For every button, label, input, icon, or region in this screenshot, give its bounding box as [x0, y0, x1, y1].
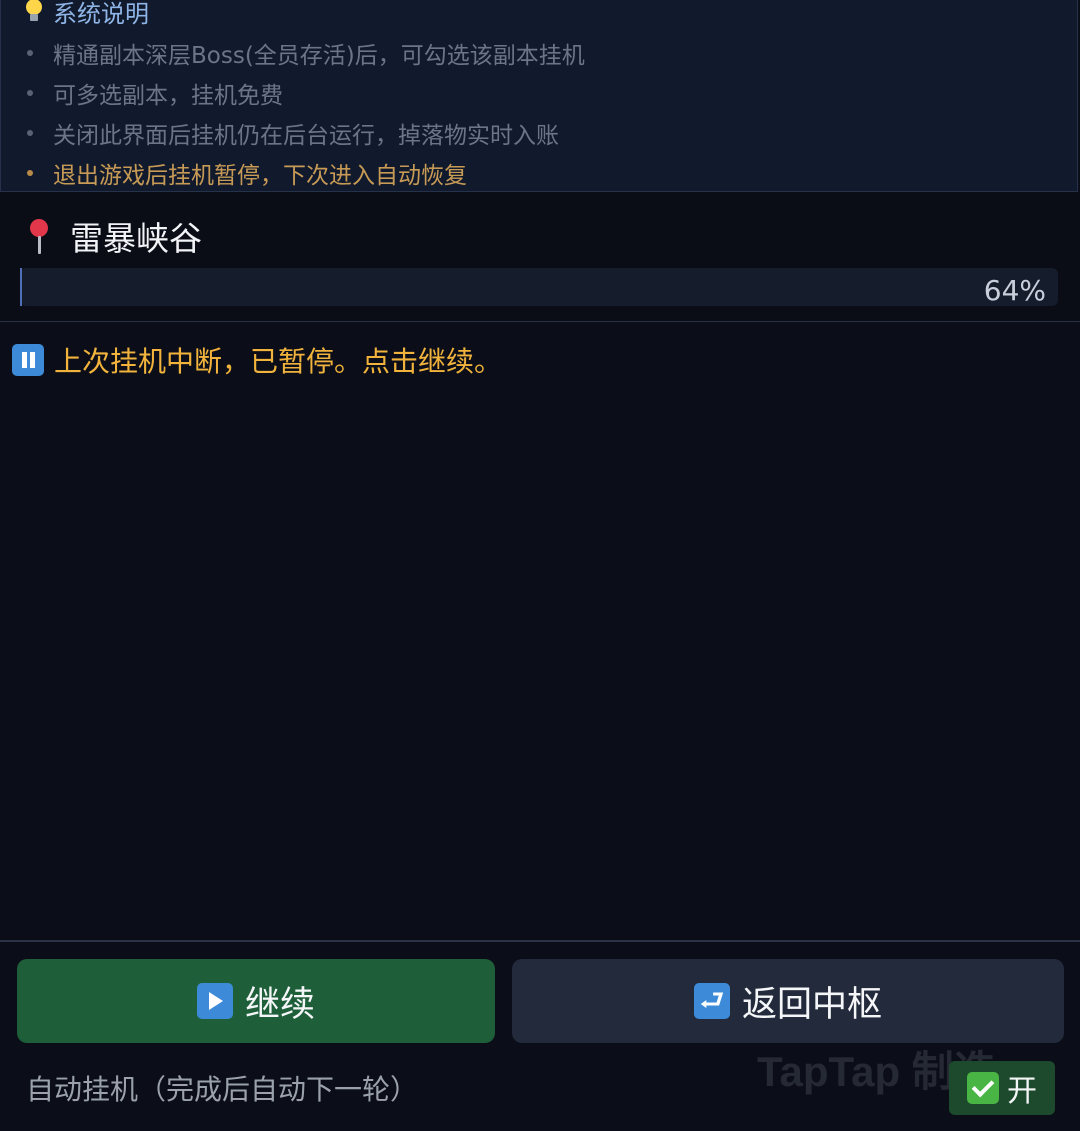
- info-title: 系统说明: [23, 0, 149, 29]
- return-icon: ⮐: [693, 983, 730, 1019]
- info-list: 精通副本深层Boss(全员存活)后，可勾选该副本挂机 可多选副本，挂机免费 关闭…: [27, 33, 585, 193]
- info-item: 精通副本深层Boss(全员存活)后，可勾选该副本挂机: [27, 33, 585, 73]
- play-icon: [196, 983, 233, 1019]
- toggle-label: 开: [1007, 1074, 1037, 1109]
- lightbulb-icon: [23, 0, 45, 25]
- info-item: 关闭此界面后挂机仍在后台运行，掉落物实时入账: [27, 113, 585, 153]
- auto-idle-toggle[interactable]: 开: [949, 1061, 1055, 1115]
- bullet-icon: [27, 130, 33, 136]
- info-item-warning: 退出游戏后挂机暂停，下次进入自动恢复: [27, 153, 585, 193]
- system-info-panel: 系统说明 精通副本深层Boss(全员存活)后，可勾选该副本挂机 可多选副本，挂机…: [0, 0, 1078, 192]
- return-label: 返回中枢: [741, 984, 882, 1025]
- info-title-text: 系统说明: [53, 0, 149, 28]
- progress-fill: [20, 268, 22, 306]
- map-pin-icon: [22, 216, 56, 256]
- checkmark-icon: [967, 1072, 999, 1104]
- bullet-icon: [27, 90, 33, 96]
- footer-divider: [0, 940, 1080, 942]
- pause-icon: [12, 344, 44, 376]
- info-item: 可多选副本，挂机免费: [27, 73, 585, 113]
- bullet-icon: [27, 170, 33, 176]
- progress-bar: 64%: [20, 268, 1058, 307]
- continue-button[interactable]: 继续: [17, 959, 495, 1043]
- auto-idle-label: 自动挂机（完成后自动下一轮）: [26, 1073, 419, 1106]
- progress-label: 64%: [983, 274, 1046, 307]
- return-hub-button[interactable]: ⮐ 返回中枢: [512, 959, 1064, 1043]
- bullet-icon: [27, 50, 33, 56]
- location-title: 雷暴峡谷: [22, 212, 202, 260]
- continue-label: 继续: [244, 984, 315, 1025]
- status-message: 上次挂机中断，已暂停。点击继续。: [12, 340, 502, 380]
- status-text: 上次挂机中断，已暂停。点击继续。: [54, 345, 503, 378]
- location-name: 雷暴峡谷: [70, 219, 202, 258]
